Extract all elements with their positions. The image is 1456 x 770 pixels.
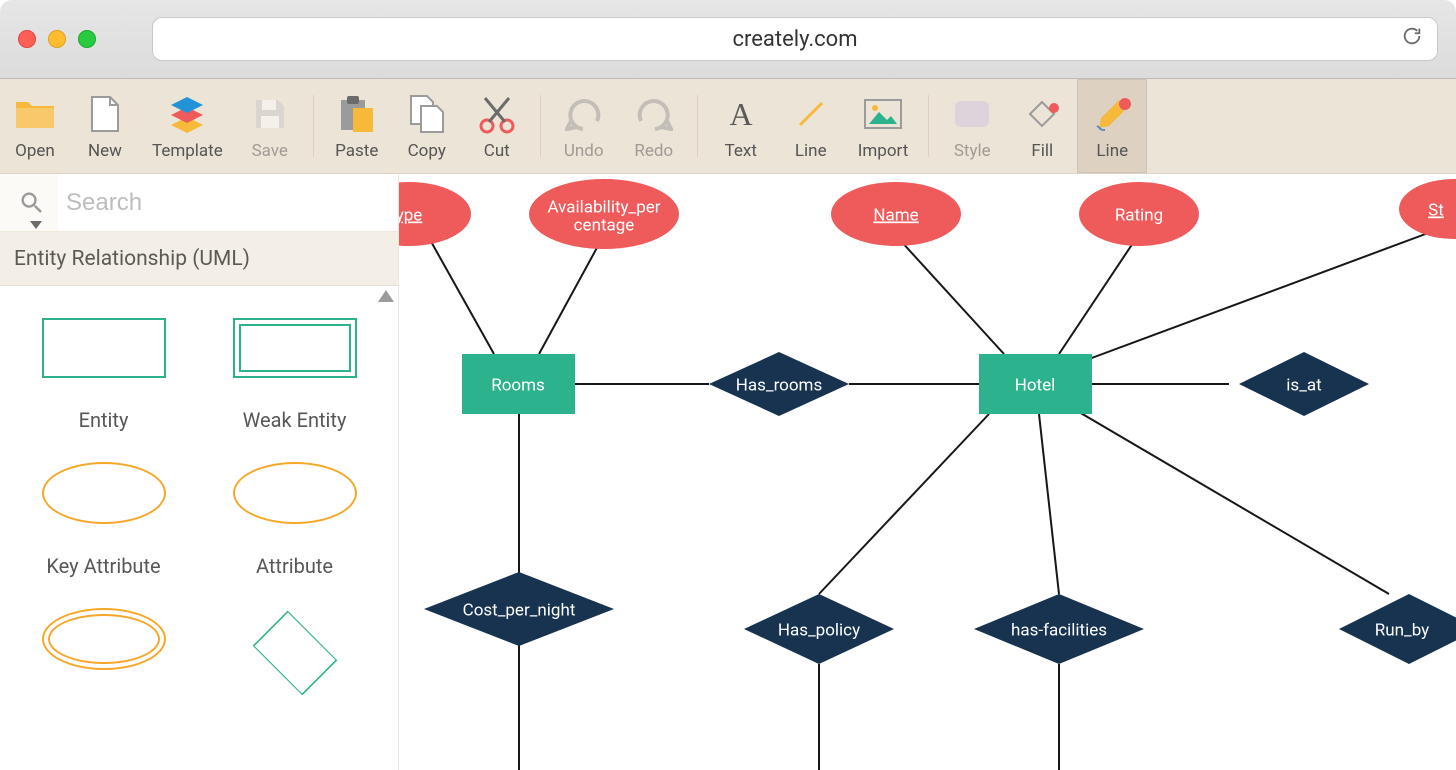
shape-list: Entity Weak Entity Key Attribute Attribu…	[0, 286, 398, 770]
toolbar-separator	[928, 95, 929, 157]
attribute-label: Rating	[1115, 205, 1163, 225]
shape-category-header[interactable]: Entity Relationship (UML)	[0, 232, 398, 286]
toolbar-separator	[540, 95, 541, 157]
shape-entity[interactable]: Entity	[19, 318, 189, 432]
line-icon	[788, 91, 834, 137]
edge[interactable]	[424, 229, 494, 354]
edge[interactable]	[819, 414, 989, 594]
cut-button[interactable]: Cut	[462, 79, 532, 173]
paste-icon	[334, 91, 380, 137]
diagram-canvas[interactable]: ype Availability_per centage Name Rating…	[399, 174, 1456, 770]
shape-multivalued-attribute[interactable]	[19, 608, 189, 698]
relationship-label: Cost_per_night	[463, 600, 576, 620]
entity-label: Hotel	[1015, 375, 1056, 395]
attribute-label: Availability_per	[547, 197, 660, 217]
fill-icon	[1019, 91, 1065, 137]
undo-icon	[561, 91, 607, 137]
url-text: creately.com	[732, 27, 857, 52]
shape-attribute[interactable]: Attribute	[210, 462, 380, 578]
attribute-label: St	[1428, 200, 1444, 220]
relationship-label: Has_rooms	[736, 375, 823, 395]
multivalued-attribute-shape-icon	[42, 608, 166, 670]
scissors-icon	[474, 91, 520, 137]
template-button[interactable]: Template	[140, 79, 235, 173]
key-attribute-shape-icon	[42, 462, 166, 524]
text-tool-button[interactable]: A Text	[706, 79, 776, 173]
relationship-label: has-facilities	[1011, 620, 1107, 640]
paste-button[interactable]: Paste	[322, 79, 392, 173]
edge[interactable]	[899, 239, 1004, 354]
layers-icon	[164, 91, 210, 137]
relationship-label: Run_by	[1375, 620, 1429, 640]
open-button[interactable]: Open	[0, 79, 70, 173]
attribute-label: Name	[873, 205, 918, 225]
attribute-shape-icon	[233, 462, 357, 524]
toolbar-separator	[313, 95, 314, 157]
window-controls	[18, 30, 96, 48]
url-bar[interactable]: creately.com	[152, 17, 1438, 61]
redo-button: Redo	[619, 79, 689, 173]
maximize-window-button[interactable]	[78, 30, 96, 48]
image-icon	[860, 91, 906, 137]
line-tool-button[interactable]: Line	[776, 79, 846, 173]
edge[interactable]	[1059, 234, 1139, 354]
edge[interactable]	[1079, 412, 1389, 594]
toolbar: Open New Template Save Paste	[0, 79, 1456, 174]
style-icon	[949, 91, 995, 137]
edge[interactable]	[1039, 414, 1059, 594]
shape-relationship[interactable]	[210, 608, 380, 698]
search-icon[interactable]	[16, 187, 48, 219]
relationship-label: Has_policy	[778, 620, 860, 640]
shape-search-row	[0, 174, 398, 232]
minimize-window-button[interactable]	[48, 30, 66, 48]
attribute-label: ype	[399, 205, 422, 225]
folder-icon	[12, 91, 58, 137]
refresh-icon[interactable]	[1401, 25, 1423, 53]
edge[interactable]	[1089, 229, 1439, 359]
text-icon: A	[718, 91, 764, 137]
edge[interactable]	[539, 244, 599, 354]
relationship-shape-icon	[252, 611, 337, 696]
weak-entity-shape-icon	[233, 318, 357, 378]
scroll-up-icon[interactable]	[378, 290, 394, 302]
redo-icon	[631, 91, 677, 137]
shape-key-attribute[interactable]: Key Attribute	[19, 462, 189, 578]
svg-text:A: A	[729, 97, 752, 131]
shape-search-input[interactable]	[58, 174, 398, 231]
toolbar-separator	[697, 95, 698, 157]
style-button: Style	[937, 79, 1007, 173]
new-file-icon	[82, 91, 128, 137]
new-button[interactable]: New	[70, 79, 140, 173]
relationship-label: is_at	[1286, 375, 1321, 395]
line-style-button[interactable]: Line	[1077, 79, 1147, 173]
close-window-button[interactable]	[18, 30, 36, 48]
shape-weak-entity[interactable]: Weak Entity	[210, 318, 380, 432]
undo-button: Undo	[549, 79, 619, 173]
chevron-down-icon	[30, 221, 42, 229]
shape-sidebar: Entity Relationship (UML) Entity Weak En…	[0, 174, 399, 770]
pencil-icon	[1089, 91, 1135, 137]
copy-button[interactable]: Copy	[392, 79, 462, 173]
save-button: Save	[235, 79, 305, 173]
import-button[interactable]: Import	[846, 79, 921, 173]
copy-icon	[404, 91, 450, 137]
attribute-label: centage	[574, 215, 635, 235]
save-icon	[247, 91, 293, 137]
entity-shape-icon	[42, 318, 166, 378]
entity-label: Rooms	[491, 375, 545, 395]
browser-chrome: creately.com	[0, 0, 1456, 79]
fill-button[interactable]: Fill	[1007, 79, 1077, 173]
